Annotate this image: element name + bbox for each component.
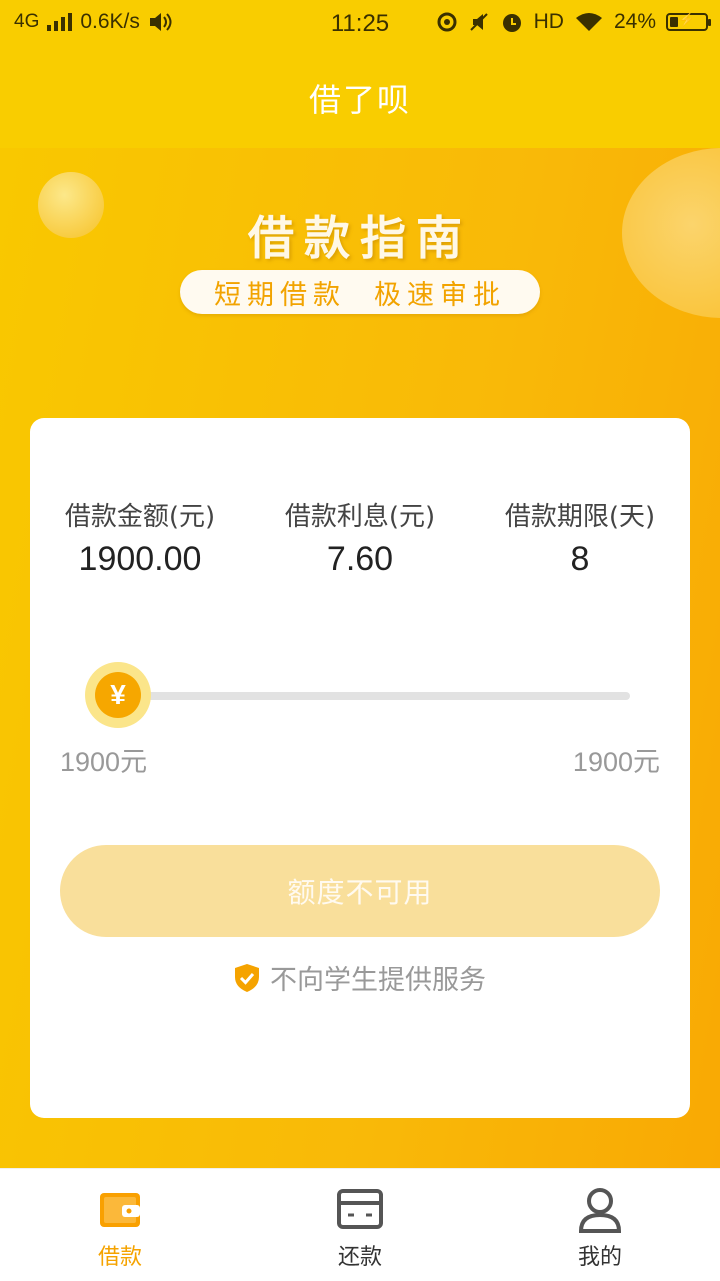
sync-icon [437,12,457,32]
interest-value: 7.60 [326,540,394,578]
mute-icon [469,13,488,31]
nav-item-loan[interactable]: 借款 [0,1169,240,1281]
student-notice-text: 不向学生提供服务 [270,965,486,996]
battery-percent: 24% [613,10,656,33]
stat-term: 借款期限(天) 8 [470,498,690,582]
bottom-nav: 借款 还款 我的 [0,1168,720,1281]
guide-tagline: 短期借款 极速审批 [180,270,540,314]
loan-card: 借款金额(元) 1900.00 借款利息(元) 7.60 借款期限(天) 8 ¥… [30,418,690,1118]
stat-amount: 借款金额(元) 1900.00 [30,498,250,582]
slider-min-label: 1900元 [60,747,148,777]
charging-icon: ⚡ [678,12,696,27]
wallet-icon [100,1193,140,1227]
user-icon [578,1188,622,1233]
slider-max-label: 1900元 [572,747,660,777]
shield-check-icon [235,963,259,992]
nav-label-repay: 还款 [337,1245,382,1270]
guide-title: 借款指南 [248,211,472,265]
alarm-icon [502,14,521,32]
card-icon [337,1189,383,1229]
amount-slider-thumb[interactable]: ¥ [85,662,151,728]
student-notice: 不向学生提供服务 [30,958,690,997]
loan-stats: 借款金额(元) 1900.00 借款利息(元) 7.60 借款期限(天) 8 [30,498,690,582]
hd-indicator: HD [533,10,564,33]
term-value: 8 [570,540,590,578]
tagline-short-term: 短期借款 [214,279,346,311]
status-bar: 4G 0.6K/s 11:25 HD 24% ⚡ [0,0,720,52]
yuan-icon: ¥ [95,672,141,718]
app-title: 借了呗 [0,52,720,148]
status-right: HD 24% ⚡ [436,10,711,34]
amount-value: 1900.00 [78,540,202,578]
amount-slider-track[interactable] [130,692,630,700]
nav-item-repay[interactable]: 还款 [240,1169,480,1281]
battery-icon: ⚡ [666,12,711,31]
amount-label: 借款金额(元) [64,502,216,532]
loan-submit-button[interactable]: 额度不可用 [60,845,660,937]
nav-label-loan: 借款 [97,1245,142,1270]
interest-label: 借款利息(元) [284,502,436,532]
term-label: 借款期限(天) [504,502,656,532]
nav-item-profile[interactable]: 我的 [480,1169,720,1281]
wifi-icon [575,13,602,31]
stat-interest: 借款利息(元) 7.60 [250,498,470,582]
nav-label-profile: 我的 [577,1245,622,1270]
tagline-fast-approval: 极速审批 [374,279,506,311]
